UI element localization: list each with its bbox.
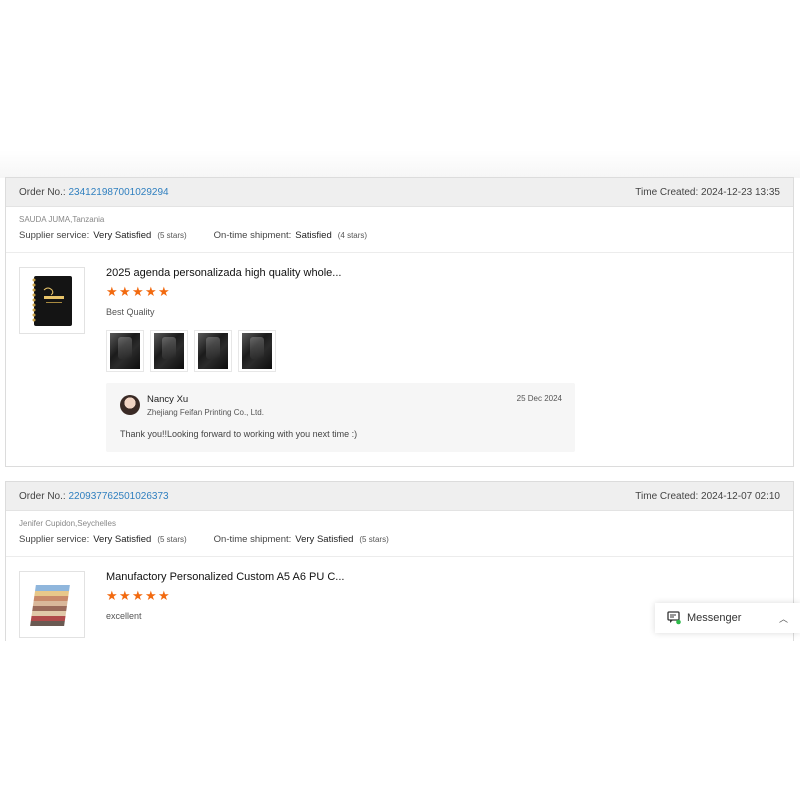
order-header: Order No.: 220937762501026373 Time Creat… [6,482,793,511]
reply-company: Zhejiang Feifan Printing Co., Ltd. [147,408,264,417]
supplier-service-label: Supplier service: [19,230,90,241]
product-title[interactable]: Manufactory Personalized Custom A5 A6 PU… [106,571,344,583]
order-number-link[interactable]: 220937762501026373 [68,491,168,502]
product-review: 2025 agenda personalizada high quality w… [6,253,793,468]
star-icon: ★ [158,284,170,299]
supplier-service-label: Supplier service: [19,534,90,545]
order-number-label: Order No.: [19,186,66,198]
supplier-service-stars: (5 stars) [157,231,187,240]
buyer-name: Jenifer Cupidon,Seychelles [19,519,116,528]
chat-icon [667,611,681,625]
product-thumbnail[interactable] [19,571,85,638]
supplier-service-value: Very Satisfied [93,534,152,545]
product-thumbnail[interactable] [19,267,85,334]
shipment-value: Satisfied [295,230,332,241]
chevron-up-icon[interactable]: ︿ [779,612,788,625]
order-number: Order No.: 234121987001029294 [19,187,169,198]
shipment-label: On-time shipment: [213,230,292,241]
shipment-label: On-time shipment: [213,534,292,545]
star-icon: ★ [119,284,131,299]
time-created: Time Created: 2024-12-07 02:10 [635,490,780,502]
order-ratings: Supplier service: Very Satisfied (5 star… [19,230,793,244]
order-ratings: Supplier service: Very Satisfied (5 star… [19,534,793,548]
order-card: Order No.: 234121987001029294 Time Creat… [5,177,794,467]
star-icon: ★ [106,588,118,603]
buyer-name: SAUDA JUMA,Tanzania [19,215,105,224]
product-title[interactable]: 2025 agenda personalizada high quality w… [106,267,341,279]
shipment-stars: (4 stars) [337,231,368,240]
supplier-service-value: Very Satisfied [93,230,152,241]
star-icon: ★ [119,588,131,603]
notebook-stack-image [30,584,70,626]
order-number-link[interactable]: 234121987001029294 [68,187,168,198]
reply-author: Nancy Xu [147,394,189,405]
shipment-stars: (5 stars) [359,535,389,544]
review-photos [106,330,276,372]
review-photo[interactable] [194,330,232,372]
review-photo[interactable] [106,330,144,372]
star-icon: ★ [158,588,170,603]
avatar [120,395,140,415]
shipment-value: Very Satisfied [295,534,354,545]
review-photo[interactable] [150,330,188,372]
page-top-band [0,150,800,178]
star-icon: ★ [145,284,157,299]
review-text: excellent [106,611,142,621]
order-header: Order No.: 234121987001029294 Time Creat… [6,178,793,207]
star-rating: ★ ★ ★ ★ ★ [106,588,170,603]
order-number-label: Order No.: [19,490,66,502]
star-icon: ★ [106,284,118,299]
reply-date: 25 Dec 2024 [516,394,562,403]
star-icon: ★ [132,284,144,299]
messenger-widget[interactable]: Messenger ︿ [655,603,800,633]
reply-text: Thank you!!Looking forward to working wi… [120,429,358,439]
star-icon: ★ [132,588,144,603]
messenger-label: Messenger [687,612,742,624]
time-created: Time Created: 2024-12-23 13:35 [635,186,780,198]
star-icon: ★ [145,588,157,603]
star-rating: ★ ★ ★ ★ ★ [106,284,170,299]
supplier-service-stars: (5 stars) [157,535,187,544]
supplier-reply: Nancy Xu Zhejiang Feifan Printing Co., L… [106,383,575,452]
review-text: Best Quality [106,307,155,317]
review-photo[interactable] [238,330,276,372]
planner-image [32,275,72,326]
order-number: Order No.: 220937762501026373 [19,491,169,502]
